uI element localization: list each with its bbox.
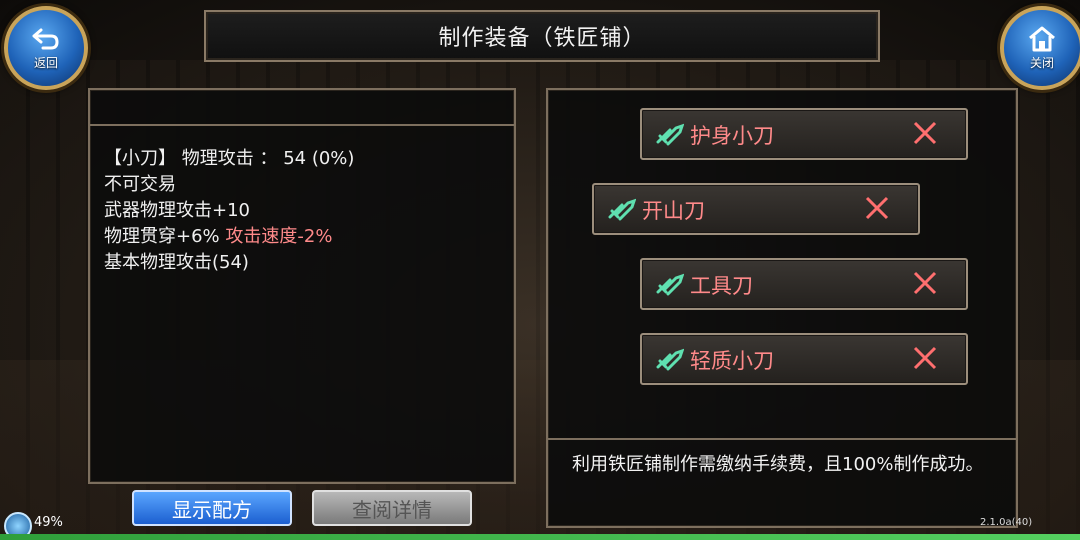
stat-row-penetration: 物理贯穿+6% 攻击速度-2%: [104, 224, 354, 250]
unavailable-x-icon: [865, 196, 889, 220]
back-button[interactable]: 返回: [4, 6, 88, 90]
recipe-item[interactable]: 轻质小刀: [640, 333, 968, 385]
close-label: 关闭: [1029, 55, 1054, 70]
recipe-list-panel: 护身小刀 开山刀 工具刀 轻质小刀 利用铁匠铺制作需缴纳手续费，且100%制作成…: [546, 88, 1018, 528]
close-button[interactable]: 关闭: [1000, 6, 1080, 90]
item-name: 【小刀】: [104, 148, 176, 169]
dagger-icon: [608, 198, 636, 221]
recipe-name: 护身小刀: [690, 124, 774, 148]
recipe-name: 轻质小刀: [690, 349, 774, 373]
home-icon: [1029, 26, 1055, 51]
panel-divider: [90, 124, 514, 126]
crafting-description: 利用铁匠铺制作需缴纳手续费，且100%制作成功。: [572, 454, 984, 475]
view-detail-button[interactable]: 查阅详情: [312, 490, 472, 526]
recipe-item[interactable]: 工具刀: [640, 258, 968, 310]
unavailable-x-icon: [913, 271, 937, 295]
item-stats-panel: 【小刀】 物理攻击 ： 54 (0%) 不可交易 武器物理攻击+10 物理贯穿+…: [88, 88, 516, 484]
stat-row-attack: 【小刀】 物理攻击 ： 54 (0%): [104, 146, 354, 172]
panel-divider: [548, 438, 1016, 440]
recipe-item[interactable]: 护身小刀: [640, 108, 968, 160]
experience-bar-fill: [0, 534, 1080, 540]
version-label: 2.1.0a(40): [980, 517, 1033, 528]
stat-row-base-attack: 基本物理攻击(54): [104, 252, 249, 273]
stat-row-trade: 不可交易: [104, 174, 176, 195]
battery-level: 49%: [34, 515, 63, 530]
penetration-stat: 物理贯穿+6%: [104, 226, 220, 247]
dagger-icon: [656, 348, 684, 371]
unavailable-x-icon: [913, 121, 937, 145]
unavailable-x-icon: [913, 346, 937, 370]
recipe-name: 工具刀: [690, 274, 753, 298]
back-arrow-icon: [32, 28, 59, 49]
stat-row-weapon-attack: 武器物理攻击+10: [104, 200, 250, 221]
dagger-icon: [656, 273, 684, 296]
page-title: 制作装备（铁匠铺）: [438, 26, 646, 51]
experience-bar: [0, 534, 1080, 540]
dagger-icon: [656, 123, 684, 146]
recipe-item[interactable]: 开山刀: [592, 183, 920, 235]
show-recipe-button[interactable]: 显示配方: [132, 490, 292, 526]
attack-value: 54 (0%): [283, 148, 355, 169]
item-stats: 【小刀】 物理攻击 ： 54 (0%) 不可交易 武器物理攻击+10 物理贯穿+…: [104, 146, 354, 276]
recipe-name: 开山刀: [642, 199, 705, 223]
attack-speed-stat: 攻击速度-2%: [225, 226, 333, 247]
attack-label: 物理攻击 ：: [181, 148, 278, 169]
back-label: 返回: [33, 55, 58, 70]
title-bar: 制作装备（铁匠铺）: [204, 10, 880, 62]
